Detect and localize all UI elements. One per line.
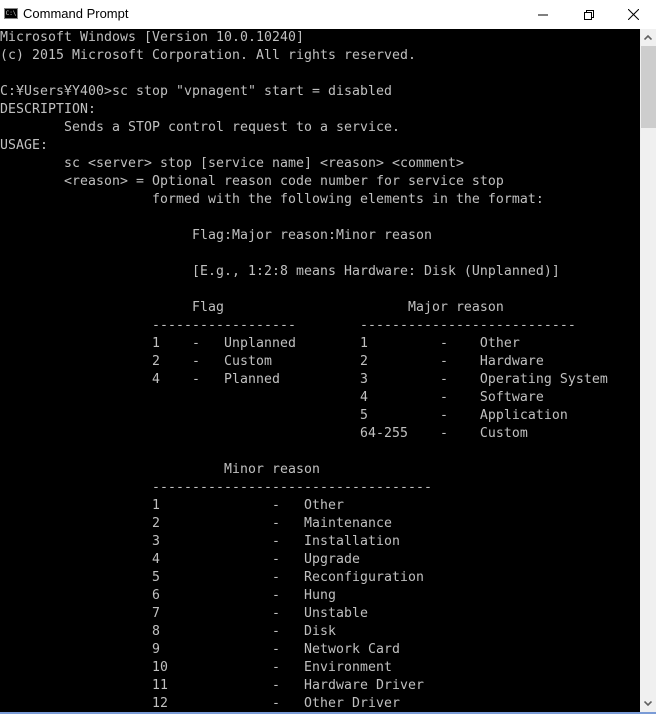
cmd-icon[interactable]: C:\ [4,8,18,19]
console-line: ----------------------------------- [0,480,432,495]
console-line: USAGE: [0,138,48,153]
close-icon [627,9,639,20]
scroll-down-button[interactable] [640,695,656,712]
console-line: formed with the following elements in th… [0,192,544,207]
console-line: Flag:Major reason:Minor reason [0,228,432,243]
console-line: DESCRIPTION: [0,102,96,117]
console-line: 4 - Planned 3 - Operating System [0,372,608,387]
console-line: 64-255 - Custom [0,426,528,441]
console-line: 2 - Custom 2 - Hardware [0,354,544,369]
console-line: [E.g., 1:2:8 means Hardware: Disk (Unpla… [0,264,560,279]
console-line: 4 - Software [0,390,544,405]
console-line: Sends a STOP control request to a servic… [0,120,400,135]
console-line: (c) 2015 Microsoft Corporation. All righ… [0,48,416,63]
scroll-up-button[interactable] [640,29,656,46]
console-line: 9 - Network Card [0,642,400,657]
console-line: Flag Major reason [0,300,504,315]
console-line: 2 - Maintenance [0,516,392,531]
window-title: Command Prompt [23,6,129,21]
console-line: 10 - Environment [0,660,392,675]
console-output[interactable]: Microsoft Windows [Version 10.0.10240] (c… [0,29,640,712]
command-prompt-window: C:\ Command Prompt Microsoft Windows [Ve… [0,0,656,714]
console-line: <reason> = Optional reason code number f… [0,174,504,189]
close-button[interactable] [610,0,656,29]
console-line: 5 - Reconfiguration [0,570,424,585]
console-line: 1 - Other [0,498,344,513]
console-line: 6 - Hung [0,588,336,603]
console-line: 8 - Disk [0,624,336,639]
console-line: 5 - Application [0,408,568,423]
title-bar[interactable]: C:\ Command Prompt [0,0,656,29]
minimize-button[interactable] [520,0,566,29]
console-line: Minor reason [0,462,320,477]
console-line: 11 - Hardware Driver [0,678,424,693]
restore-icon [584,9,594,20]
console-line: ------------------ ---------------------… [0,318,576,333]
console-line: 3 - Installation [0,534,400,549]
console-line: C:¥Users¥Y400>sc stop "vpnagent" start =… [0,84,392,99]
console-line: 12 - Other Driver [0,696,400,711]
restore-button[interactable] [566,0,612,29]
console-lines: Microsoft Windows [Version 10.0.10240] (c… [0,29,608,712]
console-line: 7 - Unstable [0,606,368,621]
console-line: Microsoft Windows [Version 10.0.10240] [0,30,304,45]
scrollbar-thumb[interactable] [641,46,656,128]
console-line: 4 - Upgrade [0,552,360,567]
chevron-down-icon [644,701,652,706]
console-line: 1 - Unplanned 1 - Other [0,336,520,351]
vertical-scrollbar[interactable] [640,29,656,712]
chevron-up-icon [644,35,652,40]
console-line: sc <server> stop [service name] <reason>… [0,156,464,171]
minimize-icon [538,14,548,15]
